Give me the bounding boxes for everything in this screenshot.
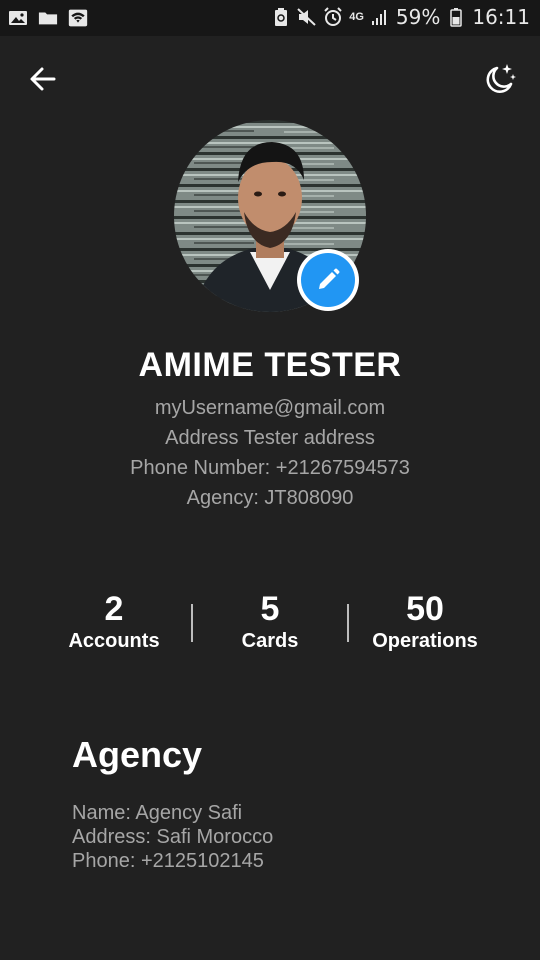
profile-email: myUsername@gmail.com bbox=[154, 397, 386, 419]
clock: 16:11 bbox=[472, 5, 530, 29]
battery-icon bbox=[446, 7, 466, 27]
back-button[interactable] bbox=[26, 62, 60, 96]
stat-value: 50 bbox=[406, 590, 444, 628]
status-bar: 4G 59% 16:11 bbox=[0, 0, 540, 36]
edit-profile-button[interactable] bbox=[297, 249, 359, 311]
wifi-icon bbox=[68, 8, 88, 28]
battery-percent: 59% bbox=[395, 5, 441, 29]
stat-label: Operations bbox=[372, 630, 478, 652]
stat-cards: 5 Cards bbox=[190, 590, 350, 653]
network-type: 4G bbox=[349, 11, 364, 23]
profile-phone: Phone Number: +21267594573 bbox=[130, 457, 410, 479]
alarm-icon bbox=[323, 7, 343, 27]
profile-agency: Agency: JT808090 bbox=[186, 487, 354, 509]
stat-value: 2 bbox=[104, 590, 124, 628]
agency-address: Address: Safi Morocco bbox=[72, 826, 274, 848]
agency-section-title: Agency bbox=[72, 734, 203, 775]
stat-label: Cards bbox=[241, 630, 299, 652]
signal-icon bbox=[370, 7, 390, 27]
stat-value: 5 bbox=[260, 590, 280, 628]
stat-operations: 50 Operations bbox=[345, 590, 505, 653]
profile-name: AMIME TESTER bbox=[138, 346, 402, 384]
folder-icon bbox=[38, 8, 58, 28]
recycle-icon bbox=[271, 7, 291, 27]
moon-stars-icon bbox=[486, 64, 516, 93]
agency-phone: Phone: +2125102145 bbox=[72, 850, 264, 872]
profile-avatar-container bbox=[174, 120, 366, 312]
profile-address: Address Tester address bbox=[165, 427, 375, 449]
stat-accounts: 2 Accounts bbox=[34, 590, 194, 653]
mute-icon bbox=[297, 7, 317, 27]
stat-label: Accounts bbox=[68, 630, 160, 652]
theme-toggle-button[interactable] bbox=[480, 60, 518, 98]
image-icon bbox=[8, 8, 28, 28]
agency-name: Name: Agency Safi bbox=[72, 802, 243, 824]
pencil-icon bbox=[319, 268, 340, 289]
arrow-left-icon bbox=[30, 67, 56, 91]
